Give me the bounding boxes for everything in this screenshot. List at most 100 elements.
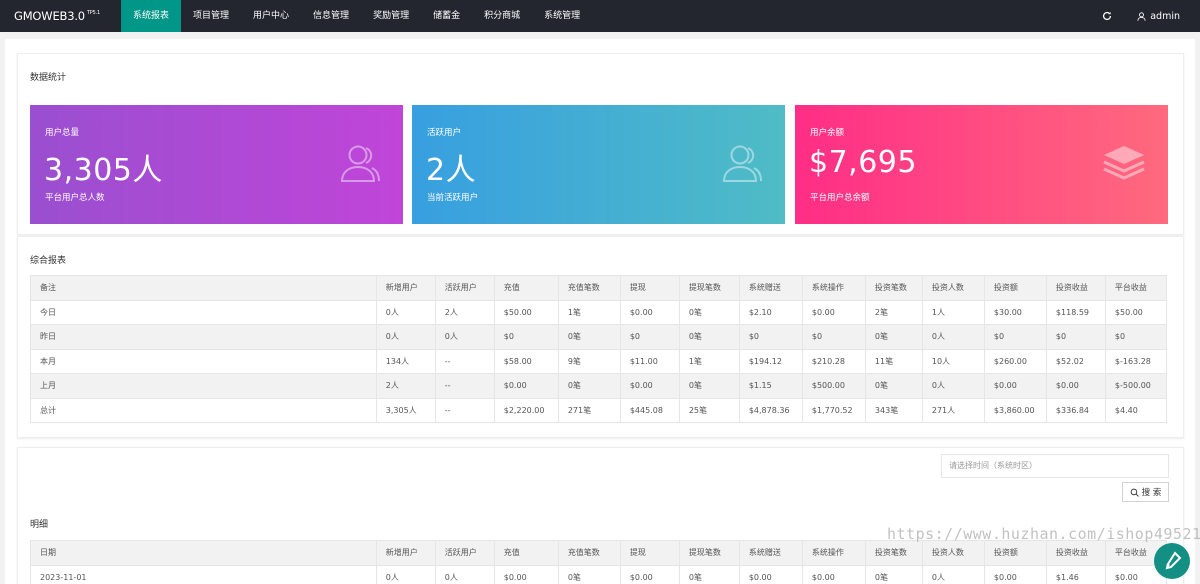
version-badge: TP5.1 bbox=[86, 10, 100, 16]
table-cell: 0笔 bbox=[864, 373, 923, 399]
nav-item-3[interactable]: 信息管理 bbox=[301, 0, 361, 32]
table-cell: 11笔 bbox=[864, 348, 923, 374]
table-cell: $500.00 bbox=[801, 373, 866, 399]
table-cell: $0.00 bbox=[983, 564, 1047, 584]
column-header: 提现笔数 bbox=[678, 540, 740, 566]
detail-table: 日期 新增用户 活跃用户 充值 充值笔数 提现 提现笔数 系统赠送 系统操作 投资笔数 投资人数 投资… bbox=[30, 540, 1168, 584]
table-cell: -- bbox=[434, 373, 495, 399]
column-header: 备注 bbox=[30, 275, 377, 301]
summary-panel: 综合报表 备注 新增用户 活跃用户 充值 充值笔数 提现 提现笔数 系统赠送 系统操作 投资笔数投… bbox=[17, 236, 1184, 438]
table-cell: $0.00 bbox=[493, 373, 559, 399]
table-cell: 9笔 bbox=[557, 348, 621, 374]
table-cell: $0.00 bbox=[1045, 373, 1106, 399]
table-cell: 2023-11-01 bbox=[30, 564, 377, 584]
stat-value: 2人 bbox=[426, 153, 477, 188]
table-cell: $-163.28 bbox=[1104, 348, 1168, 374]
table-cell: $0.00 bbox=[738, 564, 803, 584]
stat-label: 用户总量 bbox=[45, 128, 80, 138]
table-cell: 0笔 bbox=[557, 373, 621, 399]
table-cell: $2,220.00 bbox=[493, 397, 559, 423]
table-cell: $0.00 bbox=[493, 564, 559, 584]
column-header: 提现 bbox=[619, 540, 680, 566]
table-cell: $0 bbox=[1104, 324, 1168, 350]
table-cell: $1.46 bbox=[1045, 564, 1106, 584]
table-cell: 271笔 bbox=[557, 397, 621, 423]
column-header: 充值 bbox=[493, 275, 559, 301]
table-row: 2023-11-01 0人 0人 $0.00 0笔 $0.00 0笔 $0.00 $0.00 0笔… bbox=[30, 564, 1168, 584]
table-cell: 上月 bbox=[30, 373, 377, 399]
column-header: 日期 bbox=[30, 540, 377, 566]
table-cell: -- bbox=[434, 348, 495, 374]
stats-panel: 数据统计 用户总量 3,305人 平台用户总人数 活跃用户 2人 当前活跃用户 … bbox=[17, 53, 1184, 235]
table-cell: 0笔 bbox=[864, 324, 923, 350]
table-cell: $0 bbox=[619, 324, 680, 350]
help-chat-button[interactable] bbox=[1154, 543, 1190, 579]
table-cell: $0.00 bbox=[801, 299, 866, 325]
table-cell: $260.00 bbox=[983, 348, 1047, 374]
table-cell: $1.15 bbox=[738, 373, 803, 399]
table-cell: $118.59 bbox=[1045, 299, 1106, 325]
refresh-icon[interactable] bbox=[1093, 0, 1121, 32]
nav-item-5[interactable]: 储蓄金 bbox=[421, 0, 472, 32]
table-cell: $194.12 bbox=[738, 348, 803, 374]
table-cell: 0人 bbox=[434, 564, 495, 584]
column-header: 新增用户 bbox=[375, 540, 436, 566]
table-row: 本月 134人 -- $58.00 9笔 $11.00 1笔 $194.12 $210.28 11… bbox=[30, 348, 1168, 374]
user-icon bbox=[1137, 11, 1146, 21]
nav-item-6[interactable]: 积分商城 bbox=[472, 0, 532, 32]
nav-item-0[interactable]: 系统报表 bbox=[121, 0, 182, 32]
column-header: 系统操作 bbox=[801, 540, 866, 566]
table-cell: $0 bbox=[493, 324, 559, 350]
nav-item-2[interactable]: 用户中心 bbox=[241, 0, 301, 32]
date-range-input[interactable]: 请选择时间（系统时区） bbox=[941, 454, 1169, 478]
user-menu[interactable]: admin bbox=[1121, 11, 1200, 22]
table-cell: 0笔 bbox=[864, 564, 923, 584]
detail-panel: 请选择时间（系统时区） 搜 索 明细 日期 新增用户 活跃用户 充值 充值笔数 提现 提现笔… bbox=[17, 447, 1184, 584]
column-header: 投资收益 bbox=[1045, 275, 1106, 301]
search-button[interactable]: 搜 索 bbox=[1122, 482, 1169, 502]
column-header: 系统赠送 bbox=[738, 275, 803, 301]
stats-title: 数据统计 bbox=[30, 73, 67, 83]
stat-label: 用户余额 bbox=[810, 128, 845, 138]
column-header: 系统操作 bbox=[801, 275, 866, 301]
stat-card-active-users: 活跃用户 2人 当前活跃用户 bbox=[412, 105, 785, 224]
stat-card-total-users: 用户总量 3,305人 平台用户总人数 bbox=[30, 105, 403, 224]
column-header: 提现笔数 bbox=[678, 275, 740, 301]
table-cell: 134人 bbox=[375, 348, 436, 374]
table-cell: $50.00 bbox=[1104, 299, 1168, 325]
table-cell: $0.00 bbox=[983, 373, 1047, 399]
column-header: 提现 bbox=[619, 275, 680, 301]
table-cell: 0笔 bbox=[678, 324, 740, 350]
nav-item-4[interactable]: 奖励管理 bbox=[361, 0, 421, 32]
table-cell: $-500.00 bbox=[1104, 373, 1168, 399]
stat-value: $7,695 bbox=[809, 145, 917, 180]
column-header: 充值 bbox=[493, 540, 559, 566]
table-cell: $30.00 bbox=[983, 299, 1047, 325]
users-icon bbox=[722, 145, 762, 182]
table-cell: 0人 bbox=[921, 324, 985, 350]
nav-item-1[interactable]: 项目管理 bbox=[181, 0, 241, 32]
column-header: 投资收益 bbox=[1045, 540, 1106, 566]
table-cell: 3,305人 bbox=[375, 397, 436, 423]
table-cell: 今日 bbox=[30, 299, 377, 325]
table-cell: $52.02 bbox=[1045, 348, 1106, 374]
column-header: 投资额 bbox=[983, 275, 1047, 301]
app-logo[interactable]: GMOWEB3.0 TP5.1 bbox=[0, 9, 121, 23]
main-nav: 系统报表 项目管理 用户中心 信息管理 奖励管理 储蓄金 积分商城 系统管理 bbox=[121, 0, 592, 32]
table-cell: 2人 bbox=[375, 373, 436, 399]
table-cell: -- bbox=[434, 397, 495, 423]
table-row: 昨日 0人 0人 $0 0笔 $0 0笔 $0 $0 0笔 0人 $0 $0 $0 bbox=[30, 324, 1168, 350]
table-cell: 10人 bbox=[921, 348, 985, 374]
column-header: 充值笔数 bbox=[557, 275, 621, 301]
stat-subtitle: 当前活跃用户 bbox=[427, 193, 479, 203]
column-header: 充值笔数 bbox=[557, 540, 621, 566]
table-cell: 0笔 bbox=[678, 564, 740, 584]
table-cell: 0笔 bbox=[557, 564, 621, 584]
table-cell: $336.84 bbox=[1045, 397, 1106, 423]
column-header: 投资人数 bbox=[921, 540, 985, 566]
table-cell: 总计 bbox=[30, 397, 377, 423]
nav-item-7[interactable]: 系统管理 bbox=[532, 0, 592, 32]
table-row: 总计 3,305人 -- $2,220.00 271笔 $445.08 25笔 $4,878.… bbox=[30, 397, 1168, 423]
table-cell: 2人 bbox=[434, 299, 495, 325]
column-header: 系统赠送 bbox=[738, 540, 803, 566]
